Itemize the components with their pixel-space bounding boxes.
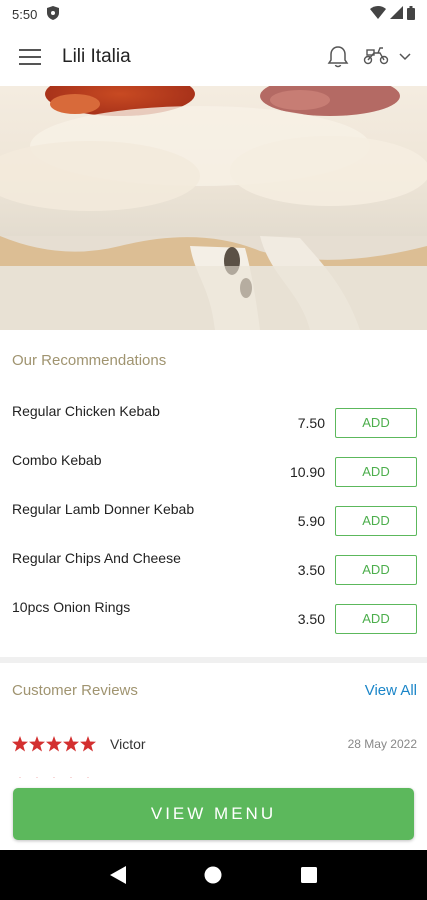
item-name: Regular Chips And Cheese — [12, 550, 181, 566]
item-price: 3.50 — [297, 562, 325, 578]
chevron-down-icon — [399, 48, 411, 66]
item-name: 10pcs Onion Rings — [12, 599, 131, 615]
status-bar: 5:50 — [0, 0, 427, 28]
app-bar: Lili Italia — [0, 28, 427, 86]
back-icon[interactable] — [98, 855, 138, 895]
wifi-icon — [370, 6, 386, 22]
item-name: Regular Chicken Kebab — [12, 403, 160, 419]
item-name: Combo Kebab — [12, 452, 102, 468]
system-nav-bar — [0, 850, 427, 900]
home-icon[interactable] — [193, 855, 233, 895]
review-item-partial — [0, 770, 427, 778]
item-price: 5.90 — [297, 513, 325, 529]
item-price: 3.50 — [297, 611, 325, 627]
recommendation-item: Regular Lamb Donner Kebab 5.90 ADD — [12, 501, 417, 536]
add-button[interactable]: ADD — [335, 457, 417, 487]
menu-icon[interactable] — [16, 43, 44, 71]
add-button[interactable]: ADD — [335, 555, 417, 585]
recents-icon[interactable] — [289, 855, 329, 895]
battery-icon — [407, 5, 415, 23]
reviews-title: Customer Reviews — [12, 682, 138, 699]
bell-icon[interactable] — [327, 45, 349, 69]
view-all-link[interactable]: View All — [365, 682, 417, 699]
section-divider — [0, 657, 427, 663]
recommendation-item: Regular Chicken Kebab 7.50 ADD — [12, 403, 417, 438]
recommendation-item: 10pcs Onion Rings 3.50 ADD — [12, 599, 417, 634]
status-time: 5:50 — [12, 6, 38, 22]
view-menu-button[interactable]: VIEW MENU — [13, 788, 414, 840]
item-name: Regular Lamb Donner Kebab — [12, 501, 195, 517]
item-price: 10.90 — [289, 464, 325, 480]
restaurant-title: Lili Italia — [62, 46, 131, 67]
add-button[interactable]: ADD — [335, 604, 417, 634]
review-item: Victor 28 May 2022 — [12, 732, 417, 756]
recommendation-item: Regular Chips And Cheese 3.50 ADD — [12, 550, 417, 585]
hero-food-image — [0, 86, 427, 330]
add-button[interactable]: ADD — [335, 506, 417, 536]
scooter-icon — [363, 45, 389, 70]
reviewer-name: Victor — [110, 736, 146, 752]
item-price: 7.50 — [297, 415, 325, 431]
recommendation-item: Combo Kebab 10.90 ADD — [12, 452, 417, 487]
shield-icon — [47, 5, 60, 23]
recommendations-title: Our Recommendations — [12, 352, 167, 369]
signal-icon — [390, 6, 403, 22]
delivery-mode-selector[interactable] — [363, 45, 411, 70]
reviews-header: Customer Reviews View All — [12, 682, 417, 699]
star-rating — [12, 736, 96, 752]
add-button[interactable]: ADD — [335, 408, 417, 438]
review-date: 28 May 2022 — [347, 737, 417, 751]
